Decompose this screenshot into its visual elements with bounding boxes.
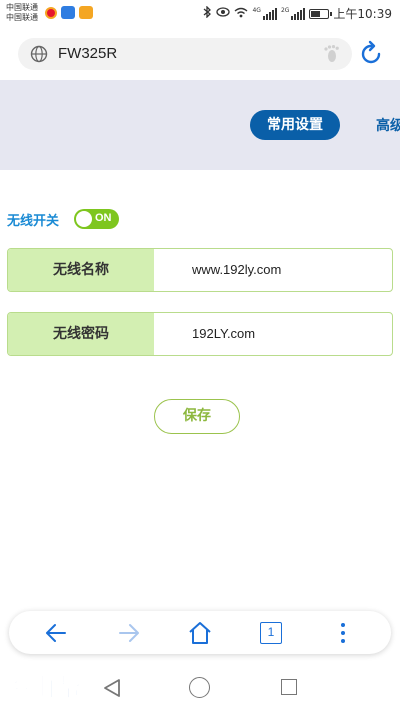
ssid-field: 无线名称 www.192ly.com (7, 248, 393, 292)
tab-advanced-settings[interactable]: 高级 (376, 115, 400, 135)
forward-arrow-icon[interactable] (116, 620, 142, 646)
nav-home-icon[interactable] (189, 677, 210, 698)
weibo-icon (45, 6, 57, 19)
password-field: 无线密码 192LY.com (7, 312, 393, 356)
wireless-toggle[interactable]: ON (74, 209, 119, 229)
reload-icon[interactable] (357, 40, 385, 68)
tabs-icon[interactable]: 1 (260, 622, 282, 644)
status-bar: 中国联通 中国联通 4G 2G 上午10:39 (0, 0, 400, 28)
bluetooth-icon (203, 5, 212, 21)
toggle-state: ON (95, 212, 112, 224)
settings-header (0, 80, 400, 170)
carrier-name-1: 中国联通 (6, 3, 38, 12)
signal-icon: 4G (252, 6, 277, 20)
globe-icon (30, 45, 48, 63)
phone-screen: 中国联通 中国联通 4G 2G 上午10:39 FW325R 常用设置 高级 无… (0, 0, 400, 711)
clock: 上午10:39 (333, 7, 392, 21)
signal-icon-2: 2G (280, 6, 306, 20)
save-button[interactable]: 保存 (154, 399, 240, 434)
tab-common-settings[interactable]: 常用设置 (250, 110, 340, 140)
nav-back-icon[interactable] (103, 678, 121, 698)
footprint-icon[interactable] (322, 44, 342, 64)
battery-level (311, 10, 320, 17)
password-label: 无线密码 (8, 313, 154, 355)
url-text: FW325R (58, 45, 118, 62)
network-type-2: 2G (280, 6, 290, 14)
notification-icons (45, 6, 93, 19)
address-bar[interactable]: FW325R (18, 38, 352, 70)
battery-icon (309, 8, 333, 19)
watermark-logo: 路由帮 (3, 673, 83, 703)
ssid-label: 无线名称 (8, 249, 154, 291)
news-app-icon (61, 6, 75, 19)
back-arrow-icon[interactable] (43, 620, 69, 646)
toggle-knob (76, 211, 92, 227)
carrier-name-2: 中国联通 (6, 13, 38, 22)
system-icons: 4G 2G 上午10:39 (203, 5, 392, 22)
password-input[interactable]: 192LY.com (192, 313, 255, 355)
app-icon (79, 6, 93, 19)
wireless-switch-label: 无线开关 (7, 214, 60, 229)
browser-toolbar: 1 (9, 611, 391, 654)
carrier-info: 中国联通 中国联通 (6, 3, 38, 23)
nav-recents-icon[interactable] (281, 679, 297, 695)
more-icon[interactable] (330, 620, 356, 646)
ssid-input[interactable]: www.192ly.com (192, 249, 281, 291)
eye-icon (216, 7, 231, 20)
wifi-icon (234, 7, 248, 21)
browser-address-area: FW325R (0, 28, 400, 80)
home-icon[interactable] (187, 620, 213, 646)
network-type-1: 4G (252, 6, 261, 14)
